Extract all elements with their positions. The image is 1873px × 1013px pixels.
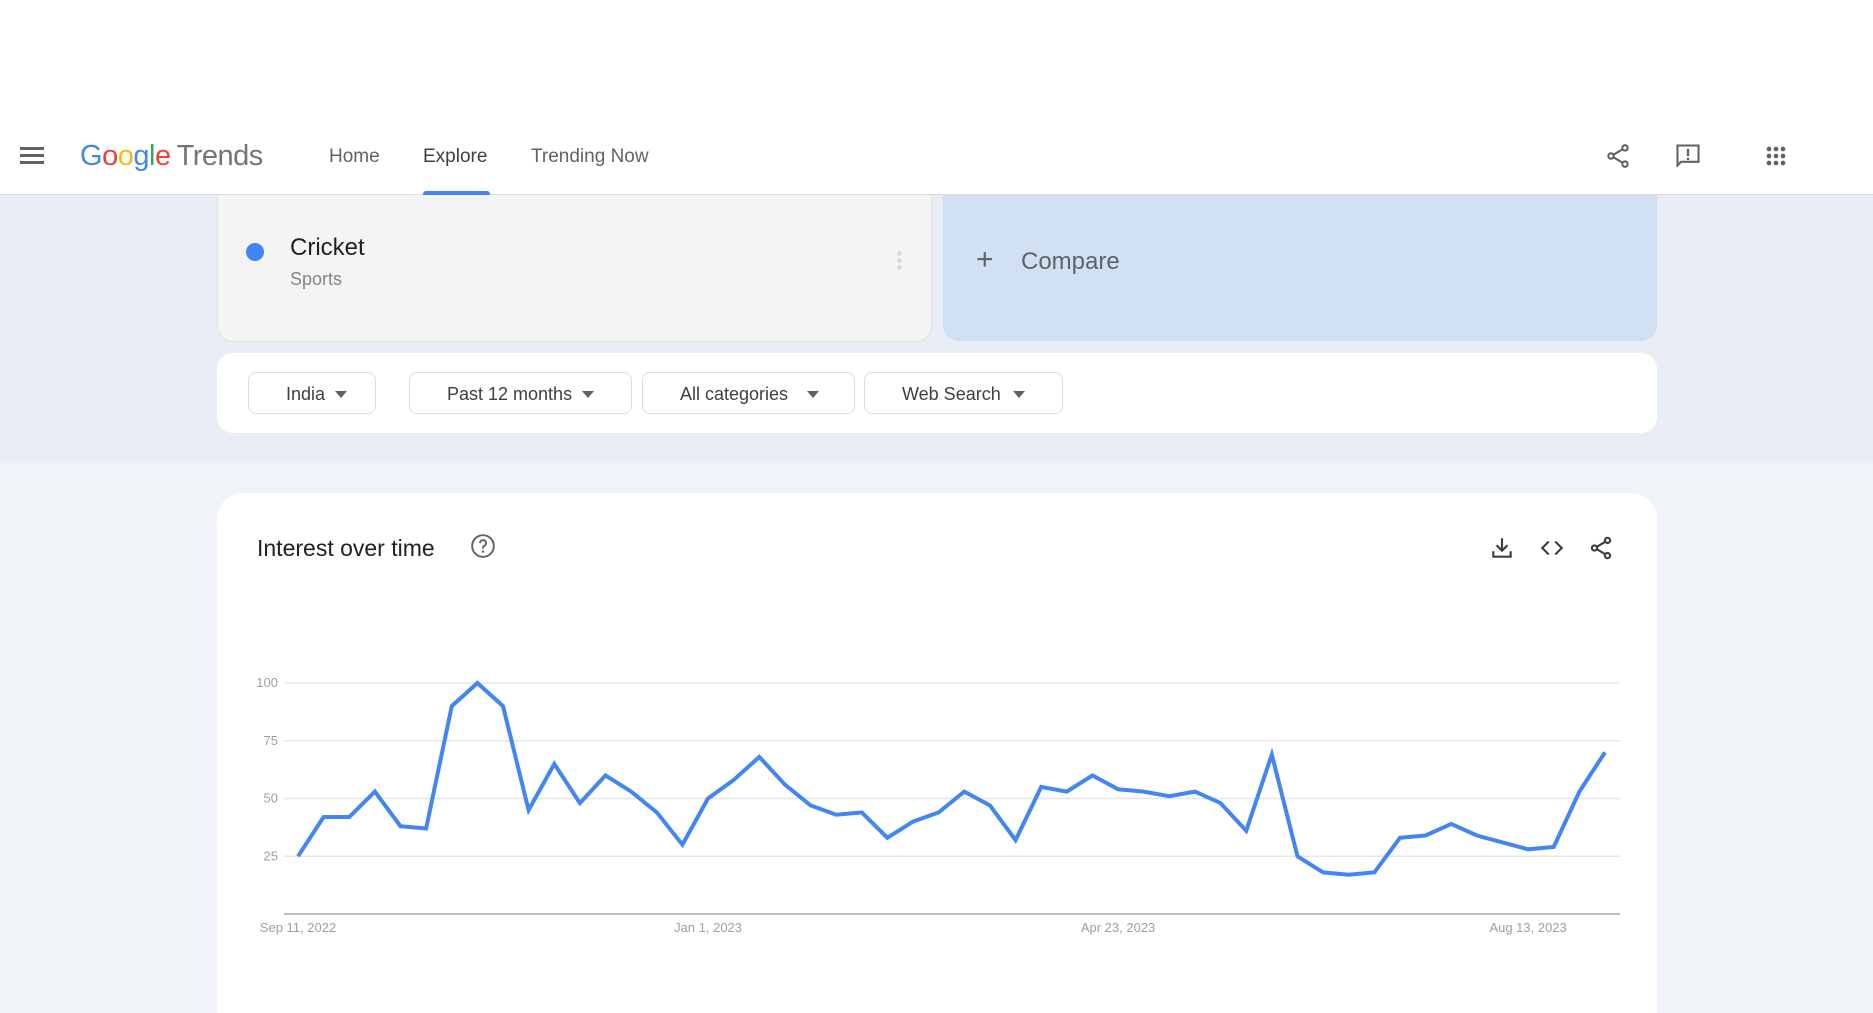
- data-point[interactable]: [805, 799, 817, 811]
- series-line-cricket[interactable]: [296, 680, 1607, 877]
- google-trends-logo[interactable]: Google Trends: [80, 140, 263, 173]
- data-point[interactable]: [471, 677, 483, 689]
- data-point[interactable]: [1394, 832, 1406, 844]
- data-point[interactable]: [1086, 769, 1098, 781]
- filter-category-label: All categories: [680, 384, 789, 404]
- data-point[interactable]: [318, 811, 330, 823]
- data-point[interactable]: [1496, 836, 1508, 848]
- nav-tab-home[interactable]: Home: [329, 146, 380, 168]
- filter-search-type[interactable]: Web Search: [864, 372, 1063, 414]
- data-point[interactable]: [548, 758, 560, 770]
- data-point[interactable]: [1266, 749, 1278, 761]
- data-point[interactable]: [1573, 786, 1585, 798]
- nav-tab-explore[interactable]: Explore: [423, 146, 487, 168]
- data-point[interactable]: [1163, 790, 1175, 802]
- x-tick-label: Aug 13, 2023: [1489, 920, 1566, 935]
- filter-region[interactable]: India: [248, 372, 376, 414]
- y-tick-label: 50: [264, 791, 278, 806]
- y-tick-label: 100: [256, 675, 278, 690]
- chevron-down-icon: [582, 391, 594, 398]
- data-point[interactable]: [1112, 783, 1124, 795]
- data-point[interactable]: [625, 786, 637, 798]
- data-point[interactable]: [907, 816, 919, 828]
- term-color-dot: [246, 243, 264, 261]
- data-point[interactable]: [497, 700, 509, 712]
- filter-time-range[interactable]: Past 12 months: [409, 372, 632, 414]
- data-point[interactable]: [984, 799, 996, 811]
- data-point[interactable]: [753, 751, 765, 763]
- logo-google: Google: [80, 140, 171, 172]
- filter-time-range-label: Past 12 months: [447, 384, 573, 404]
- data-point[interactable]: [1317, 866, 1329, 878]
- data-point[interactable]: [343, 811, 355, 823]
- data-point[interactable]: [1368, 866, 1380, 878]
- data-point[interactable]: [1471, 829, 1483, 841]
- compare-label: Compare: [1021, 248, 1120, 275]
- data-point[interactable]: [1420, 829, 1432, 841]
- x-tick-label: Apr 23, 2023: [1081, 920, 1155, 935]
- y-tick-label: 25: [264, 848, 278, 863]
- menu-icon[interactable]: [20, 147, 44, 165]
- data-point[interactable]: [369, 786, 381, 798]
- data-point[interactable]: [1061, 786, 1073, 798]
- chevron-down-icon: [1013, 391, 1025, 398]
- share-icon[interactable]: [1604, 142, 1632, 170]
- top-blank-area: [0, 0, 1873, 120]
- data-point[interactable]: [523, 804, 535, 816]
- chevron-down-icon: [807, 391, 819, 398]
- data-point[interactable]: [1215, 797, 1227, 809]
- data-point[interactable]: [1522, 843, 1534, 855]
- interest-over-time-card: Interest over time 25 50 75 100 Sep 11, 2022…: [217, 493, 1657, 1013]
- logo-product: Trends: [176, 140, 264, 172]
- y-tick-label: 75: [264, 733, 278, 748]
- data-point[interactable]: [728, 774, 740, 786]
- data-point[interactable]: [676, 839, 688, 851]
- term-category: Sports: [290, 269, 343, 289]
- data-point[interactable]: [1599, 746, 1611, 758]
- x-tick-label: Jan 1, 2023: [674, 920, 742, 935]
- filter-category[interactable]: All categories: [642, 372, 855, 414]
- data-point[interactable]: [1548, 841, 1560, 853]
- data-point[interactable]: [1010, 834, 1022, 846]
- filter-region-label: India: [286, 384, 326, 404]
- data-point[interactable]: [881, 832, 893, 844]
- interest-line-chart[interactable]: 25 50 75 100 Sep 11, 2022 Jan 1, 2023 Apr 23, …: [217, 493, 1657, 989]
- data-point[interactable]: [574, 797, 586, 809]
- chevron-down-icon: [335, 391, 347, 398]
- data-point[interactable]: [1445, 818, 1457, 830]
- data-point[interactable]: [395, 820, 407, 832]
- plus-icon: +: [976, 243, 994, 276]
- data-point[interactable]: [651, 806, 663, 818]
- data-point[interactable]: [420, 823, 432, 835]
- data-point[interactable]: [292, 850, 304, 862]
- nav-tab-trending-now[interactable]: Trending Now: [531, 146, 649, 168]
- more-options-icon[interactable]: [894, 251, 904, 273]
- data-point[interactable]: [958, 786, 970, 798]
- data-point[interactable]: [446, 700, 458, 712]
- apps-icon[interactable]: [1762, 142, 1790, 170]
- app-header: Google Trends Home Explore Trending Now: [0, 120, 1873, 195]
- data-point[interactable]: [1189, 786, 1201, 798]
- data-point[interactable]: [600, 769, 612, 781]
- filter-bar: India Past 12 months All categories Web …: [217, 353, 1657, 433]
- x-tick-label: Sep 11, 2022: [260, 920, 336, 935]
- search-term-card[interactable]: Cricket Sports: [217, 195, 932, 342]
- data-point[interactable]: [1138, 786, 1150, 798]
- data-point[interactable]: [933, 806, 945, 818]
- data-point[interactable]: [1240, 825, 1252, 837]
- data-point[interactable]: [779, 779, 791, 791]
- compare-button[interactable]: + Compare: [943, 195, 1657, 341]
- data-point[interactable]: [1343, 869, 1355, 881]
- data-point[interactable]: [702, 793, 714, 805]
- data-point[interactable]: [1291, 850, 1303, 862]
- data-point[interactable]: [1035, 781, 1047, 793]
- feedback-icon[interactable]: [1674, 142, 1702, 170]
- filter-search-type-label: Web Search: [902, 384, 1001, 404]
- data-point[interactable]: [856, 806, 868, 818]
- term-name[interactable]: Cricket: [290, 234, 365, 262]
- data-point[interactable]: [830, 809, 842, 821]
